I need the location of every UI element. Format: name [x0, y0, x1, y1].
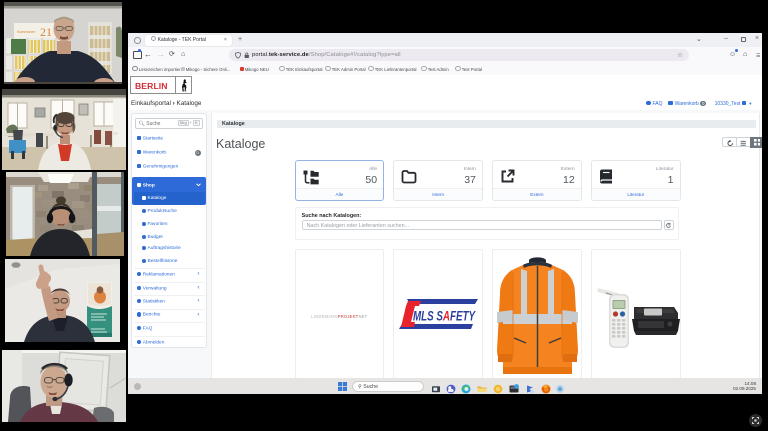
- svg-text:Kommunen: Kommunen: [17, 30, 35, 34]
- svg-text:21: 21: [40, 25, 52, 39]
- svg-text:MLS SAFETY: MLS SAFETY: [413, 309, 476, 324]
